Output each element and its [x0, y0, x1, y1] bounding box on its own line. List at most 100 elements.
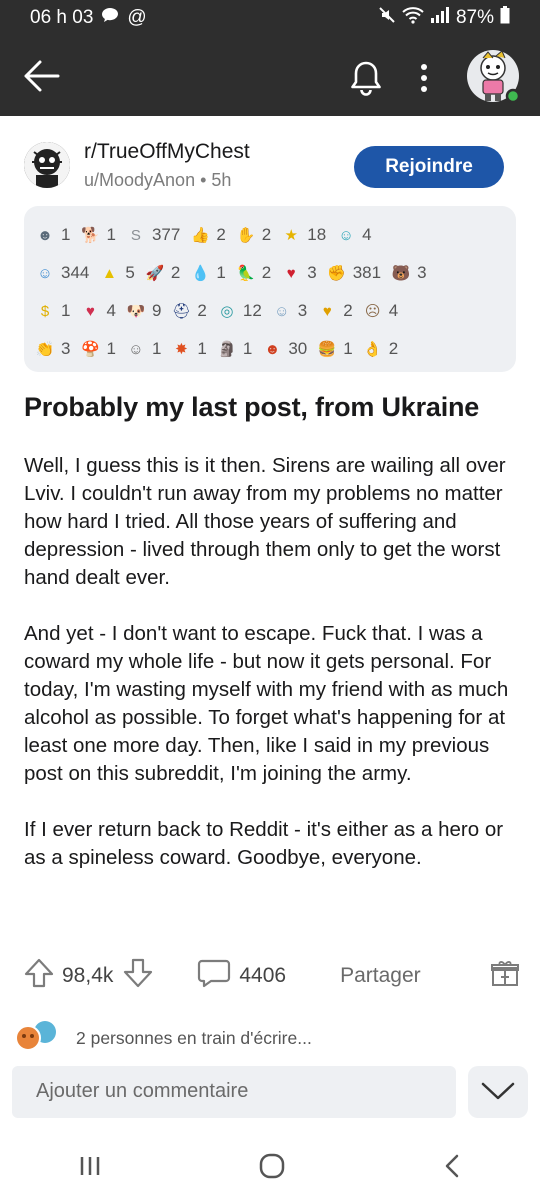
vote-count: 98,4k: [62, 964, 114, 987]
award-item[interactable]: $1: [34, 300, 71, 322]
award-item[interactable]: 🗿 1: [216, 338, 253, 360]
award-count: 18: [307, 225, 327, 244]
mute-icon: [378, 6, 396, 30]
award-item[interactable]: ☻ 30: [261, 338, 307, 360]
award-item[interactable]: 👏 3: [34, 338, 71, 360]
award-item[interactable]: ✊ 381: [326, 262, 381, 284]
typing-avatars-icon: [12, 1019, 60, 1058]
status-bar: 06 h 03 @ 87%: [0, 0, 540, 36]
system-nav-bar: [0, 1136, 540, 1200]
award-count: 2: [388, 339, 399, 358]
post-paragraph: And yet - I don't want to escape. Fuck t…: [24, 622, 509, 785]
subreddit-name[interactable]: r/TrueOffMyChest: [84, 140, 250, 164]
award-item[interactable]: ⛑ 2: [170, 300, 207, 322]
award-item[interactable]: 🍄 1: [79, 338, 116, 360]
award-count: 1: [242, 339, 253, 358]
ok-hand-award-icon: 👌: [363, 341, 383, 358]
user-avatar[interactable]: [466, 44, 522, 106]
award-item[interactable]: ☺ 344: [34, 262, 89, 284]
typing-text: 2 personnes en train d'écrire...: [76, 1027, 312, 1048]
award-count: 1: [343, 339, 353, 358]
award-count: 1: [106, 225, 116, 244]
award-item[interactable]: ▲ 5: [98, 262, 135, 284]
notification-bell-icon[interactable]: [346, 58, 386, 96]
status-time: 06 h 03: [30, 7, 94, 28]
subreddit-icon[interactable]: [24, 142, 70, 188]
heart-eyes-award-icon: ♥: [86, 302, 95, 320]
award-item[interactable]: ☹ 4: [362, 300, 398, 322]
award-item[interactable]: ☺ 3: [271, 300, 307, 322]
award-item[interactable]: ♥ 3: [280, 262, 317, 284]
pup-award-icon: 🐶: [126, 303, 146, 320]
award-item[interactable]: ★ 18: [280, 224, 327, 246]
award-count: 1: [216, 263, 226, 282]
award-item[interactable]: ☺ 4: [335, 224, 372, 246]
gold-award-icon: ★: [284, 227, 298, 244]
awards-panel[interactable]: ☻ 1 🐕 1 S 377 👍 2 ✋ 2 ★ 18 ☺ 4 ☺ 344 ▲ 5 🚀 2 💧 1 🦜 2 ♥ 3 ✊ 381 🐻 3 $1 ♥…: [24, 206, 516, 372]
award-item[interactable]: 💧 1: [189, 262, 226, 284]
comment-input[interactable]: Ajouter un commentaire: [12, 1066, 456, 1118]
blush-award-icon: ☺: [128, 340, 144, 358]
award-count: 344: [61, 263, 90, 282]
wifi-icon: [402, 6, 424, 30]
parrot-award-icon: 🦜: [236, 265, 256, 282]
heart-award-icon: ♥: [286, 264, 296, 282]
globe-award-icon: ◎: [220, 303, 234, 320]
gift-icon[interactable]: [490, 958, 520, 994]
more-options-icon[interactable]: [414, 62, 434, 94]
thumbs-fire-award-icon: 👍: [190, 227, 210, 244]
award-item[interactable]: 🐕 1: [79, 224, 116, 246]
comment-icon[interactable]: [197, 958, 231, 994]
award-count: 2: [261, 225, 272, 244]
downvote-icon[interactable]: [123, 958, 153, 994]
award-item[interactable]: 🐻 3: [390, 262, 427, 284]
award-item[interactable]: 👌 2: [362, 338, 398, 360]
signal-icon: [430, 7, 450, 29]
award-count: 1: [151, 339, 162, 358]
award-count: 2: [197, 301, 207, 320]
award-item[interactable]: 🐶 9: [125, 300, 162, 322]
collapse-chevron-icon[interactable]: [468, 1066, 528, 1118]
snoo-face-award-icon: ☻: [37, 226, 53, 244]
post-age: 5h: [211, 170, 232, 190]
award-item[interactable]: ✸ 1: [170, 338, 207, 360]
award-item[interactable]: ◎ 12: [216, 300, 261, 322]
back-nav-icon[interactable]: [442, 1153, 462, 1184]
award-item[interactable]: ♥ 4: [79, 300, 116, 322]
award-item[interactable]: 🦜 2: [235, 262, 271, 284]
award-item[interactable]: 🚀 2: [144, 262, 181, 284]
awards-row: $1 ♥ 4 🐶 9 ⛑ 2 ◎ 12 ☺ 3 ♥ 2 ☹ 4: [34, 292, 506, 330]
rocket-award-icon: 🚀: [145, 265, 165, 282]
award-count: 1: [106, 339, 116, 358]
author-name[interactable]: u/MoodyAnon: [84, 170, 195, 190]
award-item[interactable]: 🍔 1: [316, 338, 353, 360]
chat-bubble-icon: [101, 7, 119, 29]
post-meta: u/MoodyAnon • 5h: [84, 170, 231, 191]
share-button[interactable]: Partager: [340, 964, 421, 988]
table-slap-award-icon: ✊: [327, 265, 347, 282]
back-arrow-icon[interactable]: [22, 58, 62, 94]
helpful-award-icon: ☺: [37, 264, 53, 282]
post-header: r/TrueOffMyChest u/MoodyAnon • 5h Rejoin…: [24, 140, 516, 200]
post-paragraph: If I ever return back to Reddit - it's e…: [24, 818, 504, 869]
gold-heart-award-icon: ♥: [322, 302, 332, 320]
join-button[interactable]: Rejoindre: [354, 146, 504, 188]
upvote-icon[interactable]: [24, 958, 54, 994]
award-count: 1: [61, 225, 71, 244]
recents-icon[interactable]: [78, 1154, 102, 1183]
money-award-icon: $: [40, 302, 50, 320]
moai-award-icon: 🗿: [217, 341, 237, 358]
award-item[interactable]: ♥ 2: [316, 300, 353, 322]
spark-award-icon: ✸: [175, 341, 188, 358]
award-item[interactable]: ✋ 2: [235, 224, 271, 246]
award-item[interactable]: ☻ 1: [34, 224, 70, 246]
comment-count[interactable]: 4406: [239, 964, 286, 988]
award-item[interactable]: S 377: [125, 224, 180, 246]
award-item[interactable]: 👍 2: [189, 224, 226, 246]
award-item[interactable]: ☺ 1: [125, 338, 161, 360]
award-count: 2: [343, 301, 353, 320]
home-icon[interactable]: [258, 1152, 286, 1185]
award-count: 1: [61, 301, 71, 320]
dog-award-icon: 🐕: [81, 227, 100, 244]
battery-level: 87%: [455, 7, 494, 28]
